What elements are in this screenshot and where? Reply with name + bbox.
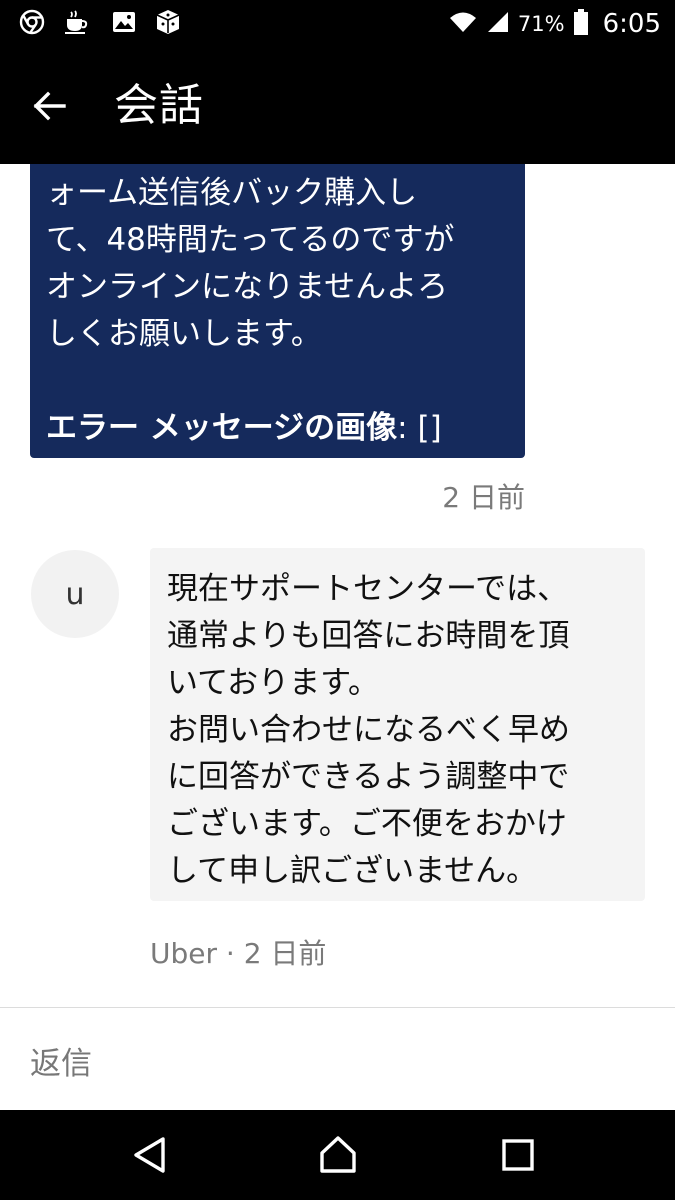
incoming-message-meta: Uber · 2 日前: [150, 937, 327, 970]
clock: 6:05: [602, 9, 661, 39]
wifi-icon: [448, 10, 478, 38]
outgoing-message-text: ォーム送信後バック購入し て、48時間たってるのですが オンラインになりませんよ…: [46, 175, 455, 352]
battery-icon: [573, 8, 589, 40]
reply-bar: 返信: [0, 1007, 675, 1110]
nav-recents-button[interactable]: [490, 1130, 546, 1180]
page-title: 会話: [114, 80, 204, 131]
error-image-line: エラー メッセージの画像: []: [46, 405, 507, 452]
chrome-icon: [18, 8, 46, 36]
coffee-icon: [62, 8, 90, 36]
error-image-value: : []: [397, 410, 442, 446]
triangle-back-icon: [134, 1137, 165, 1173]
outgoing-message-time: 2 日前: [442, 481, 525, 514]
signal-icon: [486, 10, 510, 38]
battery-percent: 71%: [517, 12, 565, 36]
navigation-bar: [0, 1110, 675, 1200]
conversation-list[interactable]: ォーム送信後バック購入し て、48時間たってるのですが オンラインになりませんよ…: [0, 164, 675, 1007]
image-icon: [110, 8, 138, 36]
reply-input[interactable]: 返信: [30, 1038, 92, 1083]
incoming-message-bubble[interactable]: 現在サポートセンターでは、 通常よりも回答にお時間を頂 いております。 お問い合…: [150, 548, 645, 901]
home-icon: [320, 1136, 356, 1173]
back-button[interactable]: [22, 78, 78, 134]
nav-back-button[interactable]: [122, 1130, 178, 1180]
app-bar: 会話: [0, 48, 675, 164]
recents-square-icon: [502, 1139, 534, 1171]
error-image-label: エラー メッセージの画像: [46, 410, 398, 446]
status-bar: 71% 6:05: [0, 0, 675, 48]
nav-home-button[interactable]: [310, 1130, 366, 1180]
app-box-icon: [154, 8, 182, 36]
incoming-message-text: 現在サポートセンターでは、 通常よりも回答にお時間を頂 いております。 お問い合…: [167, 571, 570, 889]
outgoing-message-bubble[interactable]: ォーム送信後バック購入し て、48時間たってるのですが オンラインになりませんよ…: [30, 164, 525, 458]
back-arrow-icon: [33, 91, 66, 121]
avatar: u: [31, 550, 119, 638]
